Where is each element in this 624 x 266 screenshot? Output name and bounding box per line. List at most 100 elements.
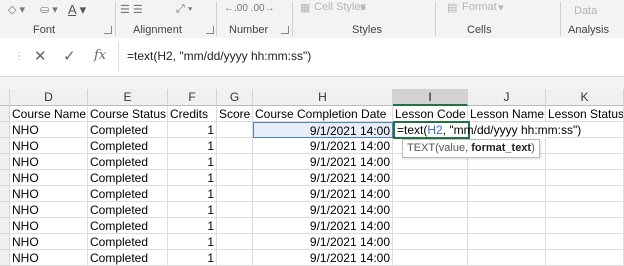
header-cell[interactable]: Lesson Code: [393, 106, 468, 122]
cell-completion-date[interactable]: 9/1/2021 14:00: [253, 122, 393, 138]
cell-lesson-status[interactable]: [546, 202, 624, 218]
cell-credits[interactable]: 1: [168, 250, 217, 266]
cancel-icon[interactable]: ✕: [34, 47, 47, 65]
tooltip-current-arg[interactable]: format_text: [471, 142, 531, 154]
cell-course-status[interactable]: Completed: [88, 154, 168, 170]
active-cell-lesson-code[interactable]: =text(H2, "mm/dd/yyyy hh:mm:ss"): [393, 121, 581, 139]
decimal-icons[interactable]: ←.00 .00→: [224, 3, 275, 14]
number-dialog-launcher-icon[interactable]: [281, 26, 289, 34]
cell-credits[interactable]: 1: [168, 202, 217, 218]
cell-lesson-code[interactable]: [393, 218, 468, 234]
analyze-data-button[interactable]: Data: [574, 5, 597, 17]
more-options-icon[interactable]: ⋮: [14, 51, 24, 62]
cell-score[interactable]: [217, 170, 253, 186]
cell-lesson-name[interactable]: [468, 170, 546, 186]
cell-completion-date[interactable]: 9/1/2021 14:00: [253, 170, 393, 186]
cell-completion-date[interactable]: 9/1/2021 14:00: [253, 138, 393, 154]
select-all-corner[interactable]: [0, 89, 10, 106]
column-header-h[interactable]: H: [253, 89, 393, 106]
cell-course-status[interactable]: Completed: [88, 138, 168, 154]
cell-completion-date[interactable]: 9/1/2021 14:00: [253, 186, 393, 202]
row-header[interactable]: [0, 122, 10, 138]
cell-credits[interactable]: 1: [168, 154, 217, 170]
cell-lesson-status[interactable]: [546, 138, 624, 154]
cell-completion-date[interactable]: 9/1/2021 14:00: [253, 250, 393, 266]
cell-course-name[interactable]: NHO: [10, 202, 88, 218]
row-header[interactable]: [0, 170, 10, 186]
cell-lesson-name[interactable]: [468, 250, 546, 266]
cell-score[interactable]: [217, 138, 253, 154]
row-header[interactable]: [0, 106, 10, 122]
row-header[interactable]: [0, 202, 10, 218]
cell-course-name[interactable]: NHO: [10, 154, 88, 170]
cell-course-status[interactable]: Completed: [88, 234, 168, 250]
cell-lesson-status[interactable]: [546, 170, 624, 186]
cell-credits[interactable]: 1: [168, 122, 217, 138]
cell-lesson-name[interactable]: [468, 186, 546, 202]
cell-styles-icon[interactable]: ▦: [300, 1, 310, 14]
cell-score[interactable]: [217, 186, 253, 202]
cell-course-status[interactable]: Completed: [88, 202, 168, 218]
cell-lesson-status[interactable]: [546, 154, 624, 170]
cell-lesson-code[interactable]: [393, 234, 468, 250]
row-header[interactable]: [0, 154, 10, 170]
cell-credits[interactable]: 1: [168, 234, 217, 250]
format-button[interactable]: Format: [462, 1, 497, 13]
row-header[interactable]: [0, 186, 10, 202]
cell-completion-date[interactable]: 9/1/2021 14:00: [253, 154, 393, 170]
cell-styles-button[interactable]: Cell Styles: [314, 1, 366, 13]
cell-lesson-name[interactable]: [468, 234, 546, 250]
cell-lesson-code[interactable]: [393, 170, 468, 186]
header-cell[interactable]: Score: [217, 106, 253, 122]
highlight-icon[interactable]: ⛀ ▾: [40, 3, 58, 16]
header-cell[interactable]: Lesson Name: [468, 106, 546, 122]
header-cell[interactable]: Credits: [168, 106, 217, 122]
cell-course-status[interactable]: Completed: [88, 250, 168, 266]
cell-completion-date[interactable]: 9/1/2021 14:00: [253, 218, 393, 234]
header-cell[interactable]: Course Status: [88, 106, 168, 122]
row-header[interactable]: [0, 218, 10, 234]
orientation-icon[interactable]: ⤢ ▾: [176, 3, 192, 16]
alignment-dialog-launcher-icon[interactable]: [206, 26, 214, 34]
cell-score[interactable]: [217, 202, 253, 218]
cell-course-name[interactable]: NHO: [10, 170, 88, 186]
cell-lesson-name[interactable]: [468, 202, 546, 218]
cell-course-name[interactable]: NHO: [10, 250, 88, 266]
cell-credits[interactable]: 1: [168, 170, 217, 186]
column-header-d[interactable]: D: [10, 89, 88, 106]
row-header[interactable]: [0, 250, 10, 266]
cell-course-name[interactable]: NHO: [10, 138, 88, 154]
cell-credits[interactable]: 1: [168, 138, 217, 154]
cell-score[interactable]: [217, 122, 253, 138]
row-header[interactable]: [0, 234, 10, 250]
font-dialog-launcher-icon[interactable]: [104, 26, 112, 34]
cell-score[interactable]: [217, 218, 253, 234]
cell-course-name[interactable]: NHO: [10, 122, 88, 138]
cell-lesson-status[interactable]: [546, 250, 624, 266]
cell-course-status[interactable]: Completed: [88, 122, 168, 138]
cell-credits[interactable]: 1: [168, 218, 217, 234]
cell-lesson-code[interactable]: [393, 186, 468, 202]
fill-color-icon[interactable]: ◇ ▾: [8, 3, 25, 16]
column-header-g[interactable]: G: [217, 89, 253, 106]
formula-input[interactable]: =text(H2, "mm/dd/yyyy hh:mm:ss"): [127, 49, 311, 63]
cell-course-name[interactable]: NHO: [10, 186, 88, 202]
header-cell[interactable]: Lesson Status: [546, 106, 624, 122]
cell-course-status[interactable]: Completed: [88, 170, 168, 186]
cell-lesson-code[interactable]: [393, 202, 468, 218]
indent-icon[interactable]: ☰ ☰: [120, 3, 143, 16]
cell-score[interactable]: [217, 250, 253, 266]
cell-course-status[interactable]: Completed: [88, 218, 168, 234]
column-header-e[interactable]: E: [88, 89, 168, 106]
cell-course-name[interactable]: NHO: [10, 234, 88, 250]
cell-completion-date[interactable]: 9/1/2021 14:00: [253, 202, 393, 218]
cell-score[interactable]: [217, 154, 253, 170]
cell-lesson-name[interactable]: [468, 218, 546, 234]
row-header[interactable]: [0, 138, 10, 154]
format-icon[interactable]: ▤: [447, 1, 457, 14]
column-header-j[interactable]: J: [468, 89, 546, 106]
enter-icon[interactable]: ✓: [63, 47, 76, 65]
cell-lesson-code[interactable]: [393, 250, 468, 266]
cell-course-name[interactable]: NHO: [10, 218, 88, 234]
cell-completion-date[interactable]: 9/1/2021 14:00: [253, 234, 393, 250]
